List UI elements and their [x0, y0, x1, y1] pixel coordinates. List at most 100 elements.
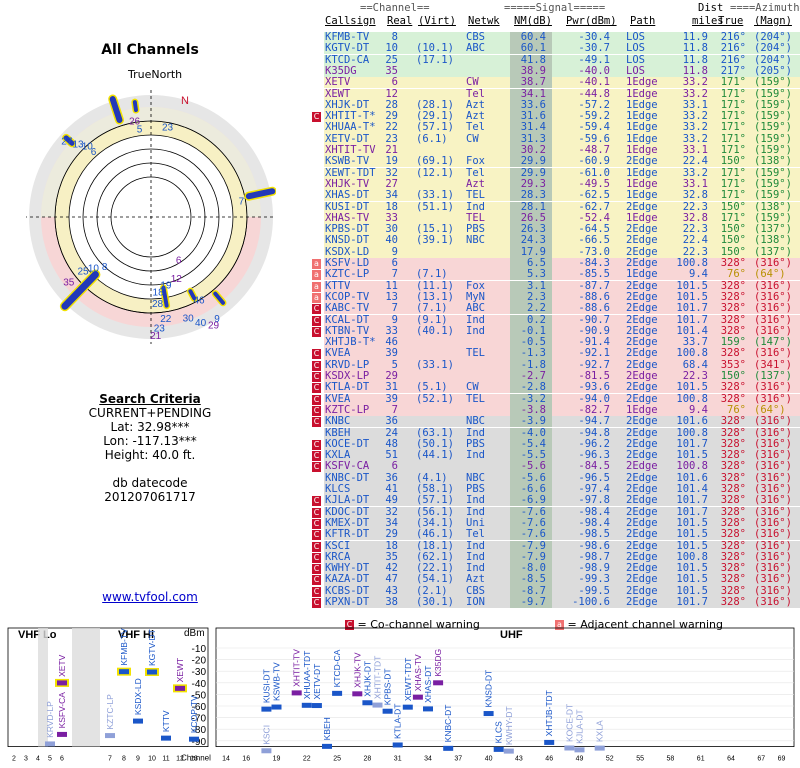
y-tick-label: -10	[192, 644, 207, 655]
station-mark	[322, 743, 332, 749]
cell-dist: 32.8	[682, 189, 708, 202]
cell-true: 171°	[720, 76, 746, 89]
cell-net: Azt	[466, 573, 485, 586]
cell-real: 49	[385, 494, 398, 507]
cell-true: 328°	[720, 573, 746, 586]
co-channel-warning-badge: C	[312, 383, 321, 394]
station-mark	[433, 680, 444, 686]
station-label: KGTV-DT	[147, 629, 157, 666]
station-mark	[574, 747, 585, 753]
cell-dist: 33.2	[682, 76, 708, 89]
co-channel-warning-badge: C	[312, 394, 321, 405]
co-channel-warning-badge: C	[312, 326, 321, 337]
cell-real: 36	[385, 415, 398, 428]
spectrum-chart: VHF Lo VHF Hi UHFdBm-10-20-30-40-50-60-70-…	[7, 627, 795, 763]
x-tick-label: 9	[136, 756, 140, 763]
cell-virt: (33.1)	[416, 358, 454, 371]
cell-net: Ind	[466, 494, 485, 507]
polar-channel-label: 27	[61, 137, 73, 148]
cell-path: 2Edge	[626, 596, 658, 608]
x-tick-label: 58	[667, 756, 675, 763]
station-label: KSCI	[261, 725, 271, 745]
polar-channel-label: 8	[102, 262, 108, 273]
table-row: C KTLA-DT 31 (5.1) CW -2.8 -93.6 2Edge 101.5 328°…	[300, 381, 800, 394]
group-channel: ==Channel==	[360, 2, 430, 14]
cell-virt: (12.1)	[416, 166, 454, 179]
cell-path: 2Edge	[626, 381, 658, 394]
table-row: XHUAA-T* 22 (57.1) Tel 31.4 -59.4 1Edge 33.2 171…	[300, 121, 800, 134]
col-pwr: Pwr(dBm)	[566, 15, 617, 27]
cell-call: XHAS-DT	[325, 189, 370, 202]
station-label: XHAS-DT	[423, 666, 433, 703]
co-channel-warning-badge: C	[312, 451, 321, 462]
col-netwk: Netwk	[468, 15, 500, 27]
station-mark	[271, 704, 282, 710]
cell-real: 34	[385, 189, 398, 202]
cell-call: KFTR-DT	[325, 528, 370, 541]
cell-pwr: -85.5	[578, 268, 610, 281]
north-mark: N	[181, 95, 189, 107]
cell-net: ABC	[466, 302, 485, 315]
table-row: C KABC-TV 7 (7.1) ABC 2.2 -88.6 2Edge 101.7 328° (…	[300, 302, 800, 315]
x-tick-label: 55	[636, 756, 644, 763]
cell-dist: 101.5	[676, 573, 708, 586]
x-tick-label: 52	[606, 756, 614, 763]
co-channel-warning-badge: C	[312, 575, 321, 586]
station-mark	[564, 745, 575, 751]
station-label: KCOP-TV	[189, 695, 199, 733]
station-label: KZTC-LP	[105, 694, 115, 730]
criteria-lon: Lon: -117.13***	[103, 434, 197, 448]
cell-pwr: -99.3	[578, 573, 610, 586]
dbm-label: dBm	[184, 628, 205, 639]
co-channel-warning-badge: C	[312, 372, 321, 382]
cell-nm: 5.3	[527, 268, 546, 281]
co-channel-warning-badge: C	[312, 360, 321, 371]
cell-magn: (316°)	[754, 573, 792, 586]
cell-true: 328°	[720, 347, 746, 360]
polar-channel-label: 10	[88, 264, 100, 275]
cell-net: ION	[466, 596, 485, 608]
cell-path: 2Edge	[626, 415, 658, 428]
cell-path: 2Edge	[626, 528, 658, 541]
cell-dist: 9.4	[689, 268, 708, 281]
station-mark	[594, 745, 605, 751]
cell-magn: (138°)	[754, 234, 792, 247]
station-label: XEWT-TDT	[403, 658, 413, 701]
uhf-label: UHF	[500, 629, 523, 641]
co-channel-warning-badge: C	[312, 349, 321, 360]
cell-pwr: -97.8	[578, 494, 610, 507]
polar-channel-label: 46	[194, 295, 206, 306]
station-mark	[483, 711, 494, 717]
cell-net: ABC	[466, 42, 485, 55]
table-row: XEWT 12 Tel 34.1 -44.8 1Edge 33.2 171° (159°)	[300, 88, 800, 100]
cell-true: 216°	[720, 42, 746, 55]
cell-path: 1Edge	[626, 76, 658, 89]
station-label: KNSD-DT	[484, 670, 494, 708]
station-mark	[372, 702, 383, 708]
cell-net: Tel	[466, 121, 485, 134]
cell-virt: (5.1)	[416, 381, 448, 394]
cell-path: 2Edge	[626, 155, 658, 168]
y-tick-label: -40	[192, 679, 207, 690]
x-tick-label: 3	[24, 756, 28, 763]
x-tick-label: 28	[364, 756, 372, 763]
station-mark	[423, 706, 433, 712]
cell-true: 150°	[720, 234, 746, 247]
cell-nm: 2.2	[527, 302, 546, 315]
co-channel-warning-badge: C	[312, 518, 321, 529]
table-row: C KCAL-DT 9 (9.1) Ind 0.2 -90.7 2Edge 101.7 328°(…	[300, 314, 800, 326]
cell-net: Ind	[466, 449, 485, 462]
table-header: ==Channel== =====Signal===== Dist ====Az…	[300, 0, 800, 32]
cell-virt: (17.1)	[416, 53, 454, 66]
cell-true: 328°	[720, 381, 746, 394]
cell-net: TEL	[466, 392, 485, 405]
cell-nm: 28.3	[520, 189, 546, 202]
cell-real: 7	[391, 302, 398, 315]
criteria-height: Height: 40.0 ft.	[104, 448, 196, 462]
station-mark	[261, 706, 272, 712]
station-label: KSWB-TV	[272, 662, 282, 701]
cell-dist: 11.8	[682, 42, 708, 55]
tvfool-link[interactable]: www.tvfool.com	[0, 590, 300, 604]
table-row: C KSCI 18 (18.1) Ind -7.9 -98.6 2Edge 101.5 328°(…	[300, 540, 800, 552]
station-mark	[493, 746, 504, 752]
